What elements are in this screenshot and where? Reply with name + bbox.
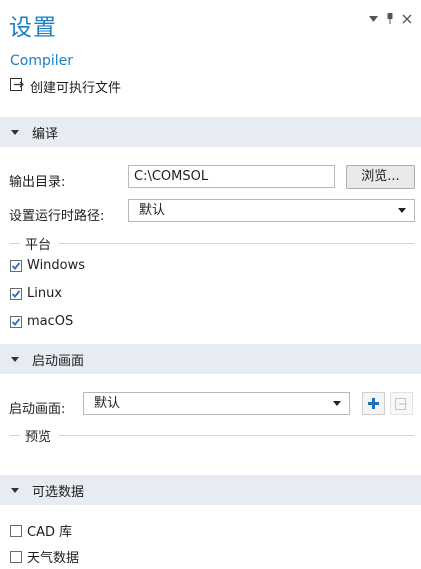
checkbox-macos-label: macOS: [27, 314, 74, 329]
create-executable-label: 创建可执行文件: [30, 81, 122, 96]
triangle-down-icon: [11, 129, 19, 135]
checkbox-checked-icon: [10, 287, 22, 300]
export-file-icon: [10, 78, 25, 95]
close-icon[interactable]: [402, 14, 412, 24]
add-button[interactable]: [362, 392, 385, 415]
page-title: 设置: [9, 15, 57, 41]
section-splash-header[interactable]: 启动画面: [0, 344, 421, 374]
checkbox-linux[interactable]: Linux: [10, 286, 62, 301]
pin-icon[interactable]: [387, 13, 393, 24]
triangle-down-icon: [11, 487, 19, 493]
splash-select[interactable]: 默认: [83, 392, 350, 415]
checkbox-weather-data[interactable]: 天气数据: [10, 547, 79, 566]
preview-group-title: 预览: [25, 430, 52, 445]
platform-group-title: 平台: [25, 238, 52, 253]
triangle-down-icon: [11, 356, 19, 362]
checkbox-checked-icon: [10, 259, 22, 272]
node-subtitle: Compiler: [10, 53, 74, 69]
section-compile-header[interactable]: 编译: [0, 117, 421, 147]
group-divider: [10, 243, 20, 244]
checkbox-windows-label: Windows: [27, 258, 86, 273]
checkbox-unchecked-icon: [10, 524, 22, 537]
output-dir-label: 输出目录:: [9, 175, 66, 190]
preview-group: 预览: [10, 426, 414, 445]
create-executable-button[interactable]: 创建可执行文件: [10, 77, 121, 96]
splash-label: 启动画面:: [9, 402, 66, 417]
section-splash-title: 启动画面: [32, 353, 85, 369]
runtime-path-select[interactable]: 默认: [128, 199, 415, 222]
runtime-path-value: 默认: [139, 203, 166, 218]
runtime-path-label: 设置运行时路径:: [9, 209, 105, 224]
checkbox-weather-label: 天气数据: [27, 551, 80, 566]
checkbox-checked-icon: [10, 315, 22, 328]
splash-value: 默认: [94, 396, 121, 411]
export-button[interactable]: [390, 392, 413, 415]
chevron-down-icon[interactable]: [369, 15, 378, 22]
chevron-down-icon: [333, 401, 341, 406]
group-divider: [59, 435, 414, 436]
checkbox-cad-label: CAD 库: [27, 525, 73, 540]
checkbox-windows[interactable]: Windows: [10, 258, 85, 273]
platform-group: 平台: [10, 234, 414, 253]
checkbox-macos[interactable]: macOS: [10, 314, 73, 329]
group-divider: [59, 243, 414, 244]
group-divider: [10, 435, 20, 436]
checkbox-cad-library[interactable]: CAD 库: [10, 521, 72, 540]
output-dir-input[interactable]: C:\COMSOL: [128, 165, 335, 188]
chevron-down-icon: [398, 208, 406, 213]
export-file-icon: [394, 397, 407, 410]
checkbox-linux-label: Linux: [27, 286, 63, 301]
section-optional-header[interactable]: 可选数据: [0, 475, 421, 505]
section-compile-title: 编译: [32, 126, 59, 142]
browse-button[interactable]: 浏览...: [346, 165, 415, 189]
pane-controls: [369, 13, 412, 24]
section-optional-title: 可选数据: [32, 484, 85, 500]
plus-icon: [368, 398, 379, 409]
checkbox-unchecked-icon: [10, 550, 22, 563]
